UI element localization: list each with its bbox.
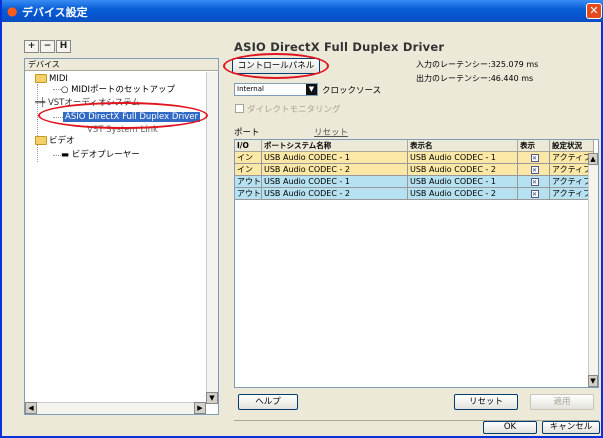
system-name-cell: USB Audio CODEC - 1 — [261, 151, 408, 164]
control-panel-button[interactable]: コントロールパネル — [232, 58, 320, 74]
status-cell: アクティブ — [549, 163, 594, 176]
tree-item-label: ビデオ — [49, 136, 75, 146]
table-header-row: I/O ポートシステム名称 表示名 表示 設定状況 — [235, 140, 594, 152]
scroll-down-icon[interactable]: ▼ — [588, 375, 598, 387]
close-button[interactable]: ✕ — [586, 3, 602, 19]
clock-source-value: Internal — [237, 85, 264, 93]
column-header-status[interactable]: 設定状況 — [549, 140, 594, 152]
tree-item-midi-port-setup[interactable]: ○ MIDIポートのセットアップ — [61, 85, 175, 95]
column-header-io[interactable]: I/O — [235, 140, 262, 152]
clock-source-label: クロックソース — [322, 86, 382, 96]
input-latency: 入力のレーテンシー:325.079 ms — [416, 60, 539, 69]
chevron-down-icon: ▼ — [306, 84, 317, 95]
tree-item-label: VST System Link — [87, 125, 158, 135]
scroll-right-icon[interactable]: ▶ — [194, 402, 206, 414]
tree-item-vst-audio[interactable]: ═╪ VSTオーディオシステム — [35, 98, 140, 108]
io-cell: イン — [235, 163, 262, 176]
tree-item-label: VSTオーディオシステム — [47, 98, 141, 108]
port-icon: ○ — [61, 85, 69, 95]
show-cell: ✕ — [517, 163, 550, 176]
table-row[interactable]: イン USB Audio CODEC - 2 USB Audio CODEC -… — [235, 163, 594, 176]
display-name-cell[interactable]: USB Audio CODEC - 1 — [407, 151, 518, 164]
folder-icon — [35, 136, 47, 145]
tree-item-label: ASIO DirectX Full Duplex Driver — [63, 112, 200, 122]
folder-icon — [35, 74, 47, 83]
device-tree: デバイス MIDI ○ MIDIポートのセットアップ ═╪ VSTオーディオシス… — [24, 58, 219, 415]
table-vertical-scrollbar[interactable]: ▲ ▼ — [588, 153, 598, 387]
clock-source-select[interactable]: Internal ▼ — [234, 83, 318, 96]
column-header-display-name[interactable]: 表示名 — [407, 140, 518, 152]
tree-item-video[interactable]: ビデオ — [35, 136, 75, 146]
driver-title: ASIO DirectX Full Duplex Driver — [234, 40, 445, 54]
display-name-cell[interactable]: USB Audio CODEC - 2 — [407, 163, 518, 176]
add-device-button[interactable]: + — [24, 40, 39, 53]
tree-item-label: MIDI — [49, 74, 68, 84]
video-player-icon: ▬ — [61, 150, 70, 160]
system-name-cell: USB Audio CODEC - 2 — [261, 187, 408, 200]
column-header-system-name[interactable]: ポートシステム名称 — [261, 140, 408, 152]
io-cell: アウト — [235, 175, 262, 188]
remove-device-button[interactable]: − — [40, 40, 55, 53]
io-cell: アウト — [235, 187, 262, 200]
system-name-cell: USB Audio CODEC - 2 — [261, 163, 408, 176]
tree-item-label: ビデオプレーヤー — [71, 150, 140, 160]
show-cell: ✕ — [517, 175, 550, 188]
cancel-button[interactable]: キャンセル — [542, 421, 600, 434]
show-cell: ✕ — [517, 151, 550, 164]
system-name-cell: USB Audio CODEC - 1 — [261, 175, 408, 188]
direct-monitoring-checkbox[interactable] — [235, 104, 244, 113]
app-icon: ● — [7, 4, 18, 18]
table-row[interactable]: アウト USB Audio CODEC - 1 USB Audio CODEC … — [235, 175, 594, 188]
ok-button[interactable]: OK — [483, 421, 537, 434]
direct-monitoring-label: ダイレクトモニタリング — [247, 105, 341, 115]
show-cell: ✕ — [517, 187, 550, 200]
display-name-cell[interactable]: USB Audio CODEC - 1 — [407, 175, 518, 188]
window-title: デバイス設定 — [22, 6, 88, 19]
display-name-cell[interactable]: USB Audio CODEC - 2 — [407, 187, 518, 200]
show-checkbox[interactable]: ✕ — [530, 154, 539, 162]
reset-button[interactable]: リセット — [454, 394, 518, 410]
tree-vertical-scrollbar[interactable]: ▼ — [206, 72, 218, 404]
status-cell: アクティブ — [549, 175, 594, 188]
help-button[interactable]: ヘルプ — [238, 394, 298, 410]
reset-device-button[interactable]: H — [56, 40, 71, 53]
title-bar[interactable]: ● デバイス設定 ✕ — [2, 0, 603, 22]
io-cell: イン — [235, 151, 262, 164]
tree-item-midi[interactable]: MIDI — [35, 74, 68, 84]
show-checkbox[interactable]: ✕ — [530, 166, 539, 174]
status-cell: アクティブ — [549, 151, 594, 164]
tree-item-vst-system-link[interactable]: VST System Link — [87, 125, 158, 135]
output-latency: 出力のレーテンシー:46.440 ms — [416, 74, 534, 83]
reset-ports-link[interactable]: リセット — [314, 126, 348, 138]
table-row[interactable]: イン USB Audio CODEC - 1 USB Audio CODEC -… — [235, 151, 594, 164]
ports-table: I/O ポートシステム名称 表示名 表示 設定状況 イン USB Audio C… — [234, 139, 599, 388]
show-checkbox[interactable]: ✕ — [530, 190, 539, 198]
tree-item-asio-driver[interactable]: ASIO DirectX Full Duplex Driver — [63, 112, 200, 122]
scroll-up-icon[interactable]: ▲ — [588, 153, 598, 165]
column-header-show[interactable]: 表示 — [517, 140, 550, 152]
table-row[interactable]: アウト USB Audio CODEC - 2 USB Audio CODEC … — [235, 187, 594, 200]
tree-item-label: MIDIポートのセットアップ — [71, 85, 176, 95]
show-checkbox[interactable]: ✕ — [530, 178, 539, 186]
tree-header: デバイス — [25, 59, 218, 71]
status-cell: アクティブ — [549, 187, 594, 200]
vst-icon: ═╪ — [35, 98, 46, 108]
scroll-left-icon[interactable]: ◀ — [25, 402, 37, 414]
device-setup-window: ● デバイス設定 ✕ + − H デバイス MIDI ○ MIDIポートのセット… — [0, 0, 603, 438]
ports-label: ポート — [234, 128, 260, 138]
apply-button[interactable]: 適用 — [530, 394, 594, 410]
tree-horizontal-scrollbar[interactable]: ◀ ▶ — [25, 402, 206, 414]
scroll-down-icon[interactable]: ▼ — [206, 392, 218, 404]
tree-item-video-player[interactable]: ▬ ビデオプレーヤー — [61, 150, 140, 160]
